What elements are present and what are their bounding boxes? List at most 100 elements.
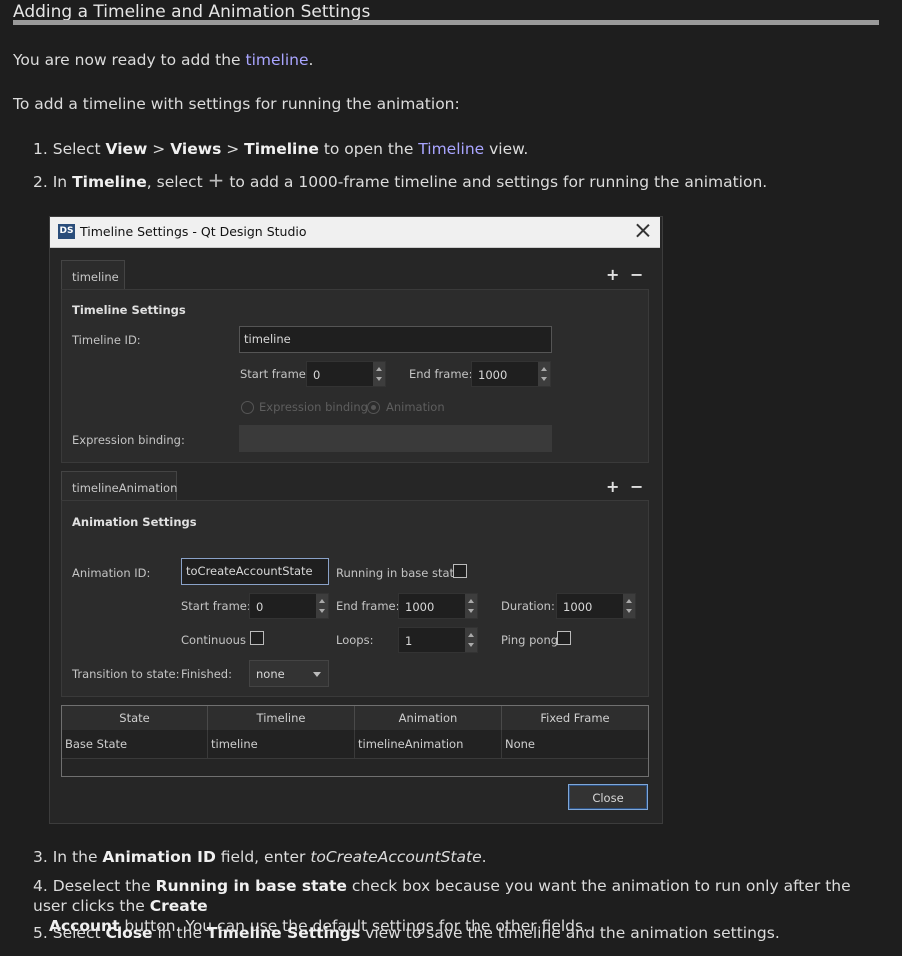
dialog-title: Timeline Settings - Qt Design Studio — [80, 224, 307, 239]
ping-pong-label: Ping pong — [501, 633, 559, 647]
step-text: field, enter — [215, 848, 311, 866]
timeline-link[interactable]: timeline — [246, 51, 309, 69]
add-animation-icon[interactable]: + — [606, 477, 619, 496]
end-frame-value: 1000 — [478, 368, 508, 382]
column-header-animation[interactable]: Animation — [355, 706, 502, 730]
animation-radio-label: Animation — [386, 400, 445, 414]
close-icon[interactable] — [632, 220, 654, 242]
anim-start-frame-label: Start frame: — [181, 599, 251, 613]
end-frame-label: End frame: — [409, 367, 473, 381]
animation-id-italic: toCreateAccountState — [310, 848, 482, 866]
animation-radio[interactable] — [367, 401, 380, 414]
continuous-label: Continuous — [181, 633, 246, 647]
anim-start-frame-spinbox[interactable]: 0 — [249, 593, 329, 619]
timeline-id-field[interactable]: timeline — [239, 326, 552, 353]
step-number: 4. — [33, 877, 48, 895]
finished-label: Finished: — [181, 667, 232, 681]
step-3: 3. In the Animation ID field, enter toCr… — [33, 848, 487, 866]
step-text: > — [221, 140, 245, 158]
step-number: 3. — [33, 848, 48, 866]
start-frame-label: Start frame: — [240, 367, 310, 381]
anim-end-frame-label: End frame: — [336, 599, 400, 613]
spin-arrows-icon[interactable] — [538, 362, 550, 386]
anim-end-frame-spinbox[interactable]: 1000 — [398, 593, 478, 619]
anim-start-frame-value: 0 — [256, 600, 264, 614]
expression-binding-radio-label: Expression binding — [259, 400, 368, 414]
step-number: 1. — [33, 140, 48, 158]
column-header-fixed-frame[interactable]: Fixed Frame — [502, 706, 648, 730]
plus-icon: + — [207, 168, 225, 192]
column-header-timeline[interactable]: Timeline — [208, 706, 355, 730]
expression-binding-label: Expression binding: — [72, 433, 185, 447]
expression-binding-radio[interactable] — [241, 401, 254, 414]
ping-pong-checkbox[interactable] — [557, 631, 571, 645]
close-button[interactable]: Close — [568, 784, 648, 810]
spin-arrows-icon[interactable] — [623, 594, 635, 618]
step-number: 5. — [33, 924, 48, 942]
timeline-menu: Timeline — [244, 140, 319, 158]
table-header: State Timeline Animation Fixed Frame — [62, 706, 648, 731]
continuous-checkbox[interactable] — [250, 631, 264, 645]
create-bold: Create — [149, 897, 208, 915]
spin-arrows-icon[interactable] — [465, 628, 477, 652]
timeline-settings-bold: Timeline Settings — [206, 924, 361, 942]
step-text: Select — [52, 924, 106, 942]
expression-binding-field[interactable] — [239, 425, 552, 452]
loops-spinbox[interactable]: 1 — [398, 627, 478, 653]
duration-spinbox[interactable]: 1000 — [556, 593, 636, 619]
views-menu: Views — [170, 140, 222, 158]
timeline-id-label: Timeline ID: — [72, 333, 141, 347]
step-text: view. — [484, 140, 529, 158]
tab-timeline-animation[interactable]: timelineAnimation — [61, 471, 177, 501]
animation-id-field[interactable]: toCreateAccountState — [181, 558, 329, 585]
tab-timeline[interactable]: timeline — [61, 260, 125, 290]
step-text: In — [52, 173, 73, 191]
close-bold: Close — [105, 924, 153, 942]
step-text: , select — [146, 173, 208, 191]
page-title: Adding a Timeline and Animation Settings — [13, 2, 371, 22]
intro-paragraph: You are now ready to add the timeline. — [13, 51, 313, 69]
intro-suffix: . — [308, 51, 314, 69]
step-text: in the — [152, 924, 207, 942]
animation-id-label: Animation ID: — [72, 566, 151, 580]
step-text: view to save the timeline and the animat… — [360, 924, 780, 942]
spin-arrows-icon[interactable] — [373, 362, 385, 386]
title-underline — [13, 20, 879, 25]
step-text: . — [481, 848, 487, 866]
dialog-titlebar: DS Timeline Settings - Qt Design Studio — [50, 217, 660, 248]
animation-settings-heading: Animation Settings — [72, 515, 197, 529]
end-frame-spinbox[interactable]: 1000 — [471, 361, 551, 387]
duration-value: 1000 — [563, 600, 593, 614]
step-text: In the — [52, 848, 103, 866]
intro-text: You are now ready to add the — [13, 51, 246, 69]
timeline-settings-dialog: DS Timeline Settings - Qt Design Studio … — [49, 216, 663, 824]
start-frame-value: 0 — [313, 368, 321, 382]
timeline-settings-heading: Timeline Settings — [72, 303, 186, 317]
remove-animation-icon[interactable]: − — [630, 477, 643, 496]
spin-arrows-icon[interactable] — [465, 594, 477, 618]
step-text: to open the — [318, 140, 419, 158]
spin-arrows-icon[interactable] — [316, 594, 328, 618]
table-row[interactable]: Base State timeline timelineAnimation No… — [62, 730, 648, 759]
running-in-base-state-label: Running in base state — [336, 566, 462, 580]
finished-state-combobox[interactable]: none — [249, 660, 329, 687]
cell-state[interactable]: Base State — [62, 730, 208, 758]
instructions-paragraph: To add a timeline with settings for runn… — [13, 95, 460, 113]
timeline-view-link[interactable]: Timeline — [418, 140, 484, 158]
view-menu: View — [105, 140, 148, 158]
qt-design-studio-logo: DS — [58, 224, 75, 239]
step-number: 2. — [33, 173, 48, 191]
start-frame-spinbox[interactable]: 0 — [306, 361, 386, 387]
loops-label: Loops: — [336, 633, 374, 647]
column-header-state[interactable]: State — [62, 706, 208, 730]
transition-to-state-label: Transition to state: — [72, 667, 180, 681]
remove-timeline-icon[interactable]: − — [630, 265, 643, 284]
loops-value: 1 — [405, 634, 413, 648]
running-in-base-state-checkbox[interactable] — [453, 564, 467, 578]
cell-animation[interactable]: timelineAnimation — [355, 730, 502, 758]
add-timeline-icon[interactable]: + — [606, 265, 619, 284]
cell-timeline[interactable]: timeline — [208, 730, 355, 758]
cell-fixed-frame[interactable]: None — [502, 730, 648, 758]
step-text: > — [147, 140, 171, 158]
step-text: Deselect the — [52, 877, 156, 895]
